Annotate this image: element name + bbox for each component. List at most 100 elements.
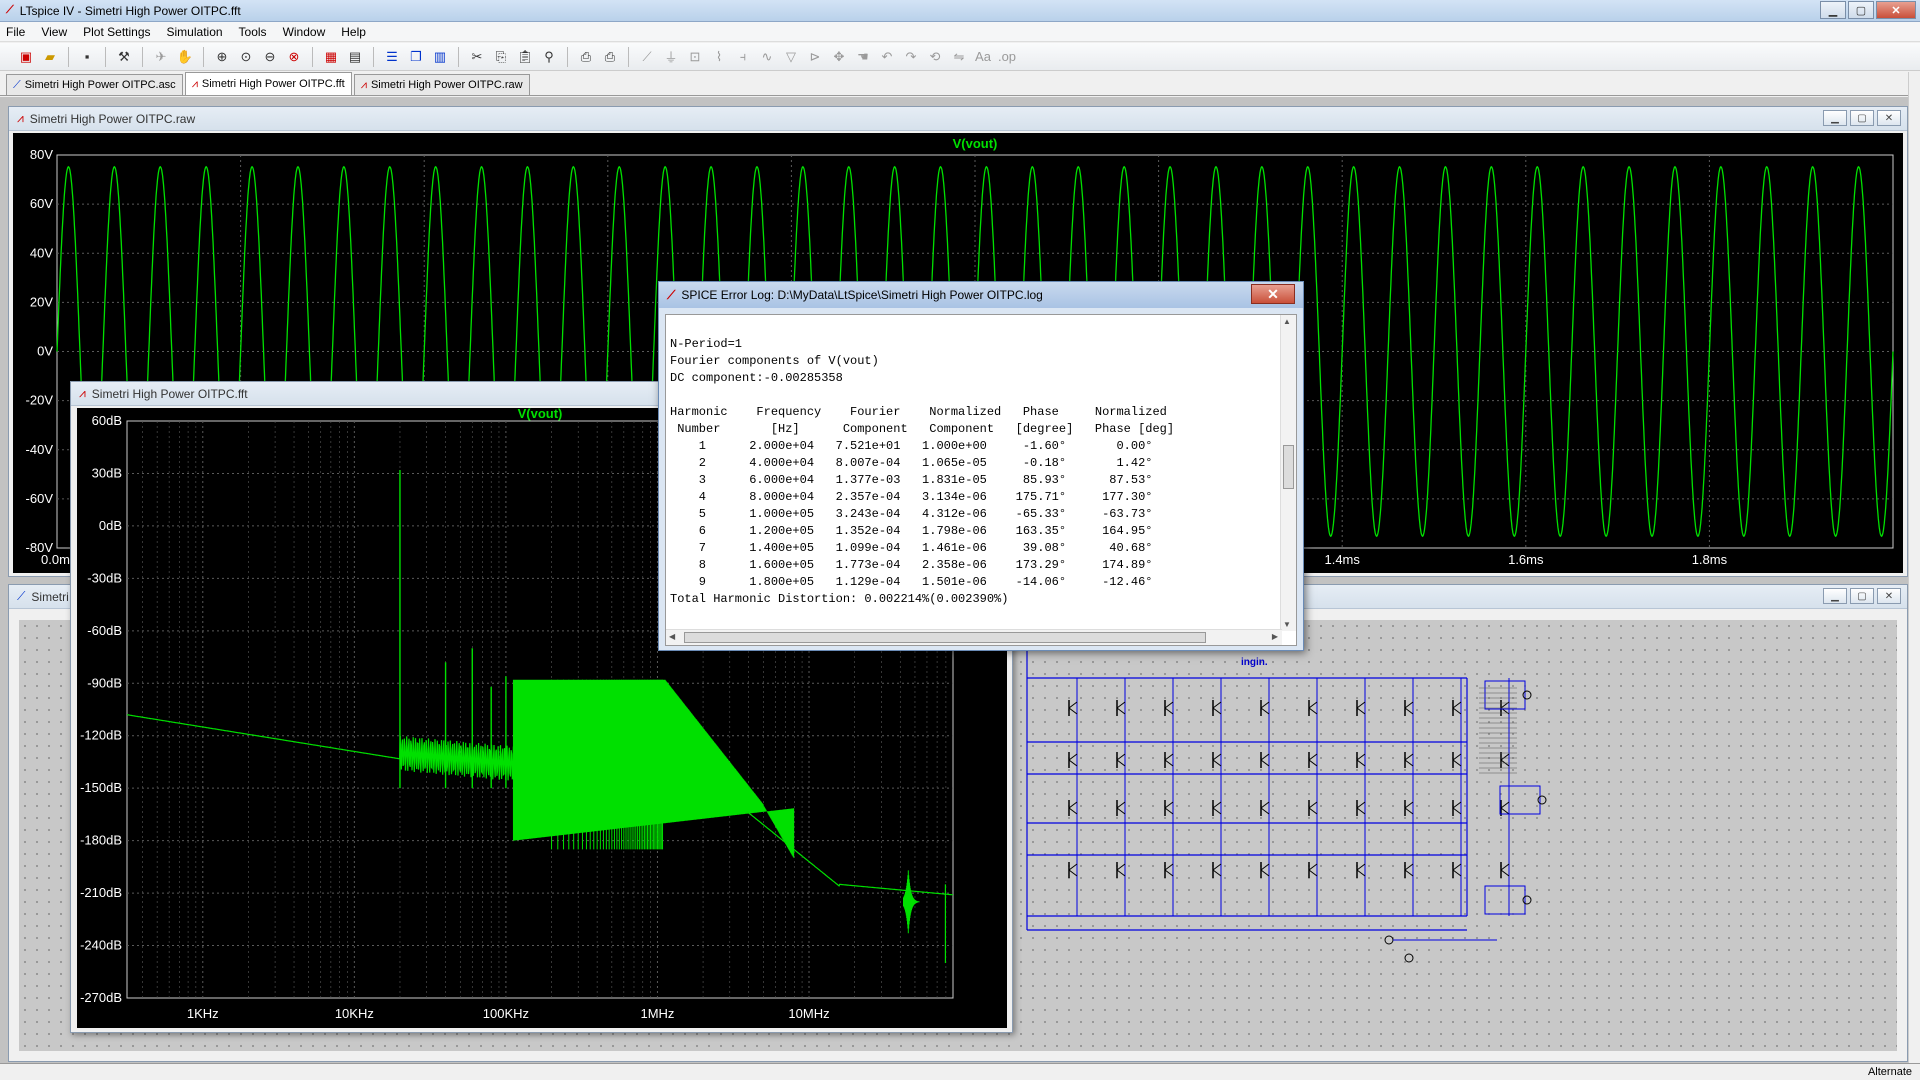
raw-y-tick: 40V: [30, 245, 53, 260]
raw-window-titlebar[interactable]: ⩘ Simetri High Power OITPC.raw: [9, 107, 1907, 131]
zoom-fit-icon[interactable]: ⊗: [284, 47, 304, 67]
tile-horizontal-icon[interactable]: ☰: [382, 47, 402, 67]
tab-raw[interactable]: ⩘ Simetri High Power OITPC.raw: [353, 74, 530, 95]
waveform-icon: ⩘: [191, 77, 198, 90]
raw-x-tick: 1.4ms: [1324, 552, 1360, 567]
halt-icon[interactable]: ✋: [175, 47, 195, 67]
log-scroll-thumb[interactable]: [1283, 445, 1294, 489]
print-preview-icon[interactable]: ⎙: [576, 47, 596, 67]
fft-y-tick: -90dB: [87, 675, 122, 690]
log-hscroll-thumb[interactable]: [684, 632, 1206, 643]
log-content[interactable]: N-Period=1 Fourier components of V(vout) D…: [665, 314, 1297, 646]
raw-y-tick: -40V: [26, 442, 54, 457]
diode-icon[interactable]: ▽: [781, 47, 801, 67]
raw-y-tick: -60V: [26, 491, 54, 506]
grid-icon[interactable]: ▤: [345, 47, 365, 67]
log-line: N-Period=1: [670, 337, 743, 351]
autorange-icon[interactable]: ▦: [321, 47, 341, 67]
menu-file[interactable]: File: [6, 25, 25, 39]
new-schematic-icon[interactable]: ▣: [16, 47, 36, 67]
spice-error-log-dialog[interactable]: ⟋ SPICE Error Log: D:\MyData\LtSpice\Sim…: [658, 281, 1304, 651]
raw-y-tick: -20V: [26, 393, 54, 408]
minimize-button[interactable]: ▁: [1820, 1, 1846, 19]
rotate-icon[interactable]: ⟲: [925, 47, 945, 67]
fft-y-tick: -210dB: [80, 885, 122, 900]
schem-maximize-button[interactable]: ▢: [1850, 588, 1874, 604]
capacitor-icon[interactable]: ⫞: [733, 47, 753, 67]
inductor-icon[interactable]: ∿: [757, 47, 777, 67]
undo-icon[interactable]: ↶: [877, 47, 897, 67]
pan-icon[interactable]: ⊙: [236, 47, 256, 67]
control-panel-icon[interactable]: ⚒: [114, 47, 134, 67]
text-icon[interactable]: Aa: [973, 47, 993, 67]
print-icon[interactable]: ⎙: [600, 47, 620, 67]
log-close-button[interactable]: ✕: [1251, 284, 1295, 304]
menu-window[interactable]: Window: [283, 25, 326, 39]
workspace-scrollbar[interactable]: [1908, 72, 1920, 1063]
status-bar: Alternate: [0, 1063, 1920, 1080]
copy-icon[interactable]: ⎘: [491, 47, 511, 67]
redo-icon[interactable]: ↷: [901, 47, 921, 67]
maximize-button[interactable]: ▢: [1848, 1, 1874, 19]
find-icon[interactable]: ⚲: [539, 47, 559, 67]
waveform-icon: ⩘: [79, 386, 86, 400]
menu-bar: File View Plot Settings Simulation Tools…: [0, 22, 1920, 42]
spice-directive-icon[interactable]: .op: [997, 47, 1017, 67]
fft-y-tick: -60dB: [87, 623, 122, 638]
log-line: Harmonic Frequency Fourier Normalized Ph…: [670, 405, 1167, 419]
fft-x-tick: 100KHz: [483, 1006, 529, 1021]
mirror-icon[interactable]: ⇋: [949, 47, 969, 67]
run-icon[interactable]: ✈: [151, 47, 171, 67]
log-line: Fourier components of V(vout): [670, 354, 879, 368]
menu-view[interactable]: View: [41, 25, 67, 39]
menu-help[interactable]: Help: [341, 25, 366, 39]
log-titlebar[interactable]: ⟋ SPICE Error Log: D:\MyData\LtSpice\Sim…: [659, 282, 1303, 308]
label-net-icon[interactable]: ⊡: [685, 47, 705, 67]
log-line: 1 2.000e+04 7.521e+01 1.000e+00 -1.60° 0…: [670, 439, 1153, 453]
move-icon[interactable]: ✥: [829, 47, 849, 67]
schematic-icon: ⟋: [17, 589, 26, 603]
fft-y-tick: 0dB: [99, 518, 122, 533]
ltspice-logo-icon: ⟋: [667, 287, 676, 302]
raw-close-button[interactable]: ✕: [1877, 110, 1901, 126]
raw-trace-label: V(vout): [953, 136, 998, 151]
app-title: LTspice IV - Simetri High Power OITPC.ff…: [19, 3, 241, 18]
cut-icon[interactable]: ✂: [467, 47, 487, 67]
zoom-in-icon[interactable]: ⊕: [212, 47, 232, 67]
tab-fft[interactable]: ⩘ Simetri High Power OITPC.fft: [184, 72, 352, 95]
paste-icon[interactable]: 📋︎: [515, 47, 535, 67]
raw-maximize-button[interactable]: ▢: [1850, 110, 1874, 126]
tab-asc[interactable]: ⟋ Simetri High Power OITPC.asc: [6, 74, 183, 95]
drag-icon[interactable]: ☚: [853, 47, 873, 67]
raw-x-tick: 1.8ms: [1692, 552, 1728, 567]
ltspice-logo-icon: ⟋: [6, 4, 14, 16]
wire-icon[interactable]: ⟋: [637, 47, 657, 67]
fft-x-tick: 1MHz: [640, 1006, 674, 1021]
component-icon[interactable]: ⊳: [805, 47, 825, 67]
save-icon[interactable]: ▪: [77, 47, 97, 67]
log-vertical-scrollbar[interactable]: ▲ ▼: [1280, 315, 1296, 631]
log-horizontal-scrollbar[interactable]: ◀ ▶: [666, 629, 1282, 645]
log-line: 8 1.600e+05 1.773e-04 2.358e-06 173.29° …: [670, 558, 1153, 572]
schem-close-button[interactable]: ✕: [1877, 588, 1901, 604]
menu-simulation[interactable]: Simulation: [167, 25, 223, 39]
close-button[interactable]: ✕: [1876, 1, 1916, 19]
tile-vertical-icon[interactable]: ▥: [430, 47, 450, 67]
schem-minimize-button[interactable]: ▁: [1823, 588, 1847, 604]
cascade-icon[interactable]: ❐: [406, 47, 426, 67]
open-icon[interactable]: ▰: [40, 47, 60, 67]
log-text[interactable]: N-Period=1 Fourier components of V(vout) D…: [666, 315, 1280, 629]
raw-minimize-button[interactable]: ▁: [1823, 110, 1847, 126]
raw-y-tick: 0V: [37, 344, 53, 359]
zoom-out-icon[interactable]: ⊖: [260, 47, 280, 67]
menu-plot-settings[interactable]: Plot Settings: [83, 25, 150, 39]
log-line: 3 6.000e+04 1.377e-03 1.831e-05 85.93° 8…: [670, 473, 1153, 487]
tab-label: Simetri High Power OITPC.asc: [24, 79, 176, 91]
raw-y-tick: 60V: [30, 196, 53, 211]
ground-icon[interactable]: ⏚: [661, 47, 681, 67]
fft-x-tick: 10MHz: [788, 1006, 829, 1021]
fft-y-tick: -30dB: [87, 570, 122, 585]
resistor-icon[interactable]: ⌇: [709, 47, 729, 67]
menu-tools[interactable]: Tools: [239, 25, 267, 39]
